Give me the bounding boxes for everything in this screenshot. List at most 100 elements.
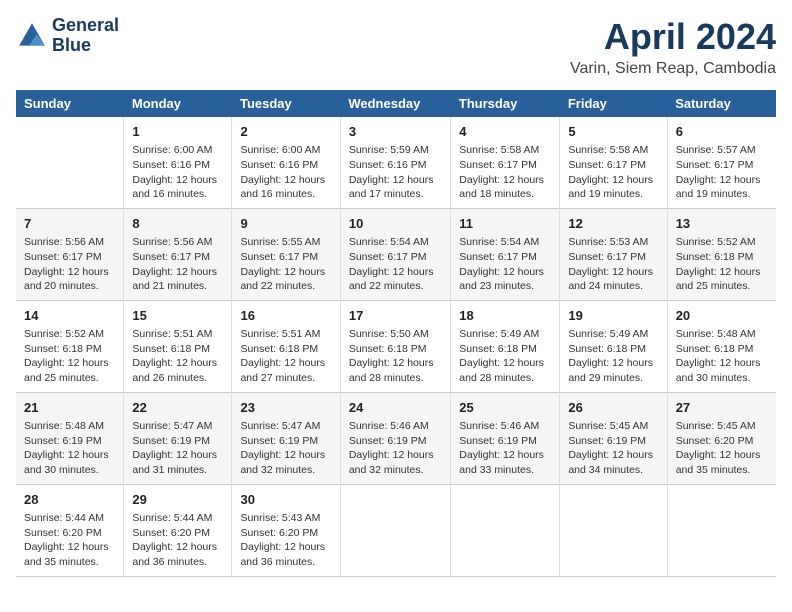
day-cell: 27 Sunrise: 5:45 AM Sunset: 6:20 PM Dayli… xyxy=(667,392,776,484)
day-cell: 26 Sunrise: 5:45 AM Sunset: 6:19 PM Dayli… xyxy=(560,392,667,484)
day-cell: 12 Sunrise: 5:53 AM Sunset: 6:17 PM Dayli… xyxy=(560,208,667,300)
day-info: Sunrise: 5:55 AM Sunset: 6:17 PM Dayligh… xyxy=(240,235,331,294)
col-header-wednesday: Wednesday xyxy=(340,90,450,117)
day-info: Sunrise: 5:51 AM Sunset: 6:18 PM Dayligh… xyxy=(240,327,331,386)
day-info: Sunrise: 5:54 AM Sunset: 6:17 PM Dayligh… xyxy=(459,235,551,294)
day-cell: 14 Sunrise: 5:52 AM Sunset: 6:18 PM Dayli… xyxy=(16,300,124,392)
day-cell: 13Sunrise: 5:52 AM Sunset: 6:18 PM Dayli… xyxy=(667,208,776,300)
day-cell: 9Sunrise: 5:55 AM Sunset: 6:17 PM Daylig… xyxy=(232,208,340,300)
day-number: 19 xyxy=(568,307,658,325)
day-info: Sunrise: 5:49 AM Sunset: 6:18 PM Dayligh… xyxy=(459,327,551,386)
week-row-4: 21Sunrise: 5:48 AM Sunset: 6:19 PM Dayli… xyxy=(16,392,776,484)
day-info: Sunrise: 5:48 AM Sunset: 6:18 PM Dayligh… xyxy=(676,327,768,386)
day-cell xyxy=(16,117,124,208)
day-number: 11 xyxy=(459,215,551,233)
day-number: 13 xyxy=(676,215,768,233)
day-info: Sunrise: 5:45 AM Sunset: 6:19 PM Dayligh… xyxy=(568,419,658,478)
calendar-table: SundayMondayTuesdayWednesdayThursdayFrid… xyxy=(16,90,776,577)
day-cell: 5Sunrise: 5:58 AM Sunset: 6:17 PM Daylig… xyxy=(560,117,667,208)
day-info: Sunrise: 5:59 AM Sunset: 6:16 PM Dayligh… xyxy=(349,143,442,202)
day-info: Sunrise: 5:44 AM Sunset: 6:20 PM Dayligh… xyxy=(24,511,115,570)
title-block: April 2024 Varin, Siem Reap, Cambodia xyxy=(570,16,776,78)
day-number: 7 xyxy=(24,215,115,233)
day-cell xyxy=(560,484,667,576)
day-cell: 23 Sunrise: 5:47 AM Sunset: 6:19 PM Dayli… xyxy=(232,392,340,484)
day-info: Sunrise: 5:56 AM Sunset: 6:17 PM Dayligh… xyxy=(132,235,223,294)
day-cell: 7 Sunrise: 5:56 AM Sunset: 6:17 PM Daylig… xyxy=(16,208,124,300)
day-cell xyxy=(451,484,560,576)
day-cell: 30 Sunrise: 5:43 AM Sunset: 6:20 PM Dayli… xyxy=(232,484,340,576)
day-number: 15 xyxy=(132,307,223,325)
day-info: Sunrise: 6:00 AM Sunset: 6:16 PM Dayligh… xyxy=(132,143,223,202)
day-number: 18 xyxy=(459,307,551,325)
day-info: Sunrise: 5:53 AM Sunset: 6:17 PM Dayligh… xyxy=(568,235,658,294)
day-number: 22 xyxy=(132,399,223,417)
logo-text: General Blue xyxy=(52,16,119,56)
day-cell: 2Sunrise: 6:00 AM Sunset: 6:16 PM Daylig… xyxy=(232,117,340,208)
main-title: April 2024 xyxy=(570,16,776,58)
day-number: 4 xyxy=(459,123,551,141)
day-cell: 29 Sunrise: 5:44 AM Sunset: 6:20 PM Dayli… xyxy=(124,484,232,576)
day-info: Sunrise: 5:47 AM Sunset: 6:19 PM Dayligh… xyxy=(132,419,223,478)
day-number: 14 xyxy=(24,307,115,325)
day-info: Sunrise: 5:58 AM Sunset: 6:17 PM Dayligh… xyxy=(459,143,551,202)
day-number: 10 xyxy=(349,215,442,233)
day-info: Sunrise: 5:49 AM Sunset: 6:18 PM Dayligh… xyxy=(568,327,658,386)
day-number: 2 xyxy=(240,123,331,141)
day-number: 27 xyxy=(676,399,768,417)
day-number: 8 xyxy=(132,215,223,233)
day-cell: 20 Sunrise: 5:48 AM Sunset: 6:18 PM Dayli… xyxy=(667,300,776,392)
day-info: Sunrise: 5:54 AM Sunset: 6:17 PM Dayligh… xyxy=(349,235,442,294)
day-cell: 15 Sunrise: 5:51 AM Sunset: 6:18 PM Dayli… xyxy=(124,300,232,392)
week-row-3: 14 Sunrise: 5:52 AM Sunset: 6:18 PM Dayli… xyxy=(16,300,776,392)
day-cell: 24 Sunrise: 5:46 AM Sunset: 6:19 PM Dayli… xyxy=(340,392,450,484)
day-cell: 1 Sunrise: 6:00 AM Sunset: 6:16 PM Daylig… xyxy=(124,117,232,208)
day-info: Sunrise: 5:44 AM Sunset: 6:20 PM Dayligh… xyxy=(132,511,223,570)
day-number: 12 xyxy=(568,215,658,233)
day-number: 1 xyxy=(132,123,223,141)
day-cell xyxy=(340,484,450,576)
col-header-monday: Monday xyxy=(124,90,232,117)
day-number: 5 xyxy=(568,123,658,141)
day-info: Sunrise: 5:45 AM Sunset: 6:20 PM Dayligh… xyxy=(676,419,768,478)
day-info: Sunrise: 5:52 AM Sunset: 6:18 PM Dayligh… xyxy=(24,327,115,386)
week-row-5: 28 Sunrise: 5:44 AM Sunset: 6:20 PM Dayli… xyxy=(16,484,776,576)
day-info: Sunrise: 5:46 AM Sunset: 6:19 PM Dayligh… xyxy=(349,419,442,478)
day-number: 20 xyxy=(676,307,768,325)
day-number: 24 xyxy=(349,399,442,417)
day-number: 3 xyxy=(349,123,442,141)
day-info: Sunrise: 5:50 AM Sunset: 6:18 PM Dayligh… xyxy=(349,327,442,386)
day-cell: 11 Sunrise: 5:54 AM Sunset: 6:17 PM Dayli… xyxy=(451,208,560,300)
week-row-2: 7 Sunrise: 5:56 AM Sunset: 6:17 PM Daylig… xyxy=(16,208,776,300)
day-cell: 25Sunrise: 5:46 AM Sunset: 6:19 PM Dayli… xyxy=(451,392,560,484)
day-number: 28 xyxy=(24,491,115,509)
day-cell: 8 Sunrise: 5:56 AM Sunset: 6:17 PM Daylig… xyxy=(124,208,232,300)
day-number: 23 xyxy=(240,399,331,417)
day-cell: 19 Sunrise: 5:49 AM Sunset: 6:18 PM Dayli… xyxy=(560,300,667,392)
day-cell: 10 Sunrise: 5:54 AM Sunset: 6:17 PM Dayli… xyxy=(340,208,450,300)
day-number: 30 xyxy=(240,491,331,509)
day-number: 25 xyxy=(459,399,551,417)
day-cell: 18 Sunrise: 5:49 AM Sunset: 6:18 PM Dayli… xyxy=(451,300,560,392)
col-header-tuesday: Tuesday xyxy=(232,90,340,117)
col-header-saturday: Saturday xyxy=(667,90,776,117)
calendar-header-row: SundayMondayTuesdayWednesdayThursdayFrid… xyxy=(16,90,776,117)
day-number: 29 xyxy=(132,491,223,509)
day-info: Sunrise: 5:48 AM Sunset: 6:19 PM Dayligh… xyxy=(24,419,115,478)
day-number: 26 xyxy=(568,399,658,417)
day-number: 16 xyxy=(240,307,331,325)
day-cell xyxy=(667,484,776,576)
day-cell: 21Sunrise: 5:48 AM Sunset: 6:19 PM Dayli… xyxy=(16,392,124,484)
day-cell: 3 Sunrise: 5:59 AM Sunset: 6:16 PM Daylig… xyxy=(340,117,450,208)
logo: General Blue xyxy=(16,16,119,56)
day-info: Sunrise: 5:56 AM Sunset: 6:17 PM Dayligh… xyxy=(24,235,115,294)
day-cell: 22 Sunrise: 5:47 AM Sunset: 6:19 PM Dayli… xyxy=(124,392,232,484)
col-header-sunday: Sunday xyxy=(16,90,124,117)
day-cell: 4 Sunrise: 5:58 AM Sunset: 6:17 PM Daylig… xyxy=(451,117,560,208)
logo-icon xyxy=(16,20,48,52)
day-info: Sunrise: 5:51 AM Sunset: 6:18 PM Dayligh… xyxy=(132,327,223,386)
day-cell: 17Sunrise: 5:50 AM Sunset: 6:18 PM Dayli… xyxy=(340,300,450,392)
day-cell: 6Sunrise: 5:57 AM Sunset: 6:17 PM Daylig… xyxy=(667,117,776,208)
day-info: Sunrise: 5:43 AM Sunset: 6:20 PM Dayligh… xyxy=(240,511,331,570)
day-info: Sunrise: 5:47 AM Sunset: 6:19 PM Dayligh… xyxy=(240,419,331,478)
